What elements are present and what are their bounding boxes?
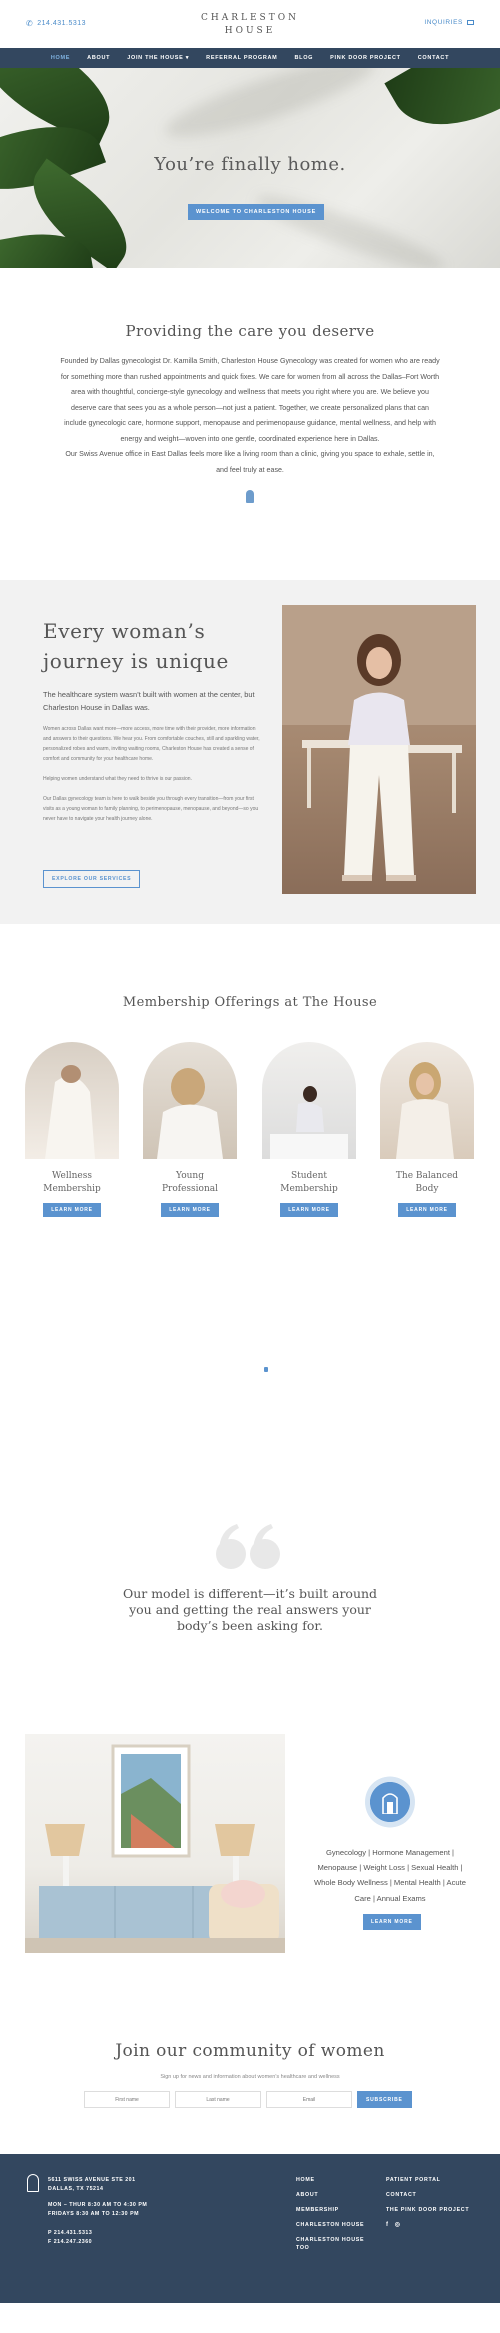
- facebook-icon[interactable]: f: [386, 2221, 389, 2229]
- footer-links-column-1: HOME ABOUT MEMBERSHIP CHARLESTON HOUSE C…: [296, 2176, 376, 2252]
- doctor-portrait-image: [282, 605, 476, 894]
- learn-more-button[interactable]: LEARN MORE: [280, 1203, 338, 1217]
- journey-title-line-1: Every woman’s: [43, 619, 206, 643]
- footer-address: 5611 SWISS AVENUE STE 201 DALLAS, TX 752…: [48, 2176, 136, 2193]
- footer-phone[interactable]: P 214.431.5313: [48, 2229, 92, 2238]
- plant-leaf-image: [384, 68, 500, 153]
- footer-link-about[interactable]: ABOUT: [296, 2191, 376, 2199]
- providing-paragraph-2: Our Swiss Avenue office in East Dallas f…: [65, 450, 435, 474]
- footer-hours: MON – THUR 8:30 AM TO 4:30 PM FRIDAYS 8:…: [48, 2201, 147, 2218]
- instagram-icon[interactable]: ◎: [395, 2221, 401, 2229]
- last-name-input[interactable]: [175, 2091, 261, 2108]
- providing-care-section: Providing the care you deserve Founded b…: [0, 268, 500, 580]
- nav-contact[interactable]: CONTACT: [418, 55, 449, 61]
- young-professional-image: [143, 1042, 237, 1159]
- nav-referral-program[interactable]: REFERRAL PROGRAM: [206, 55, 277, 61]
- hero-title: You’re finally home.: [154, 154, 346, 175]
- journey-body-2: Helping women understand what they need …: [43, 776, 192, 782]
- footer-link-contact[interactable]: CONTACT: [386, 2191, 469, 2199]
- newsletter-subtitle: Sign up for news and information about w…: [160, 2074, 340, 2080]
- membership-card-young-professional: Young Professional LEARN MORE: [143, 1042, 237, 1217]
- nav-join-the-house[interactable]: JOIN THE HOUSE ▾: [127, 55, 189, 61]
- footer-link-home[interactable]: HOME: [296, 2176, 376, 2184]
- site-footer: 5611 SWISS AVENUE STE 201 DALLAS, TX 752…: [0, 2154, 500, 2303]
- journey-title: Every woman’s journey is unique: [43, 616, 263, 676]
- services-list: Gynecology | Hormone Management | Menopa…: [314, 1848, 466, 1903]
- address-line-1: 5611 SWISS AVENUE STE 201: [48, 2177, 136, 2183]
- logo-line-2: HOUSE: [224, 26, 276, 36]
- mail-icon: [467, 20, 474, 25]
- footer-link-pink-door-project[interactable]: THE PINK DOOR PROJECT: [386, 2206, 469, 2214]
- membership-card-wellness: Wellness Membership LEARN MORE: [25, 1042, 119, 1217]
- footer-link-charleston-house[interactable]: CHARLESTON HOUSE: [296, 2221, 376, 2229]
- nav-pink-door-project[interactable]: PINK DOOR PROJECT: [330, 55, 401, 61]
- nav-home[interactable]: HOME: [51, 55, 70, 61]
- membership-section: Membership Offerings at The House Wellne…: [0, 924, 500, 1494]
- services-learn-more-button[interactable]: LEARN MORE: [363, 1914, 421, 1930]
- footer-logo-icon[interactable]: [27, 2174, 39, 2192]
- newsletter-form: SUBSCRIBE: [84, 2091, 412, 2108]
- interior-room-image: [25, 1734, 285, 1953]
- inquiries-label: INQUIRIES: [424, 19, 463, 26]
- top-bar: ✆ 214.431.5313 CHARLESTON HOUSE INQUIRIE…: [0, 0, 500, 48]
- nav-about[interactable]: ABOUT: [87, 55, 110, 61]
- footer-link-charleston-house-too[interactable]: CHARLESTON HOUSE TOO: [296, 2236, 376, 2252]
- membership-title: Membership Offerings at The House: [122, 995, 378, 1010]
- learn-more-button[interactable]: LEARN MORE: [398, 1203, 456, 1217]
- wellness-image: [25, 1042, 119, 1159]
- inquiries-link[interactable]: INQUIRIES: [424, 19, 474, 26]
- quote-marks-icon: [216, 1524, 280, 1569]
- hours-line-2: FRIDAYS 8:30 AM TO 12:30 PM: [48, 2210, 140, 2217]
- social-links: f ◎: [386, 2221, 469, 2229]
- first-name-input[interactable]: [84, 2091, 170, 2108]
- hero-section: You’re finally home. WELCOME TO CHARLEST…: [0, 68, 500, 268]
- main-nav: HOME ABOUT JOIN THE HOUSE ▾ REFERRAL PRO…: [0, 48, 500, 68]
- charleston-house-badge-icon: [365, 1776, 415, 1828]
- learn-more-button[interactable]: LEARN MORE: [43, 1203, 101, 1217]
- email-input[interactable]: [266, 2091, 352, 2108]
- journey-body-3: Our Dallas gynecology team is here to wa…: [43, 796, 259, 822]
- door-icon: [264, 1367, 268, 1372]
- footer-phones: P 214.431.5313 F 214.247.2360: [48, 2229, 92, 2246]
- footer-fax: F 214.247.2360: [48, 2238, 93, 2245]
- nav-blog[interactable]: BLOG: [294, 55, 313, 61]
- card-title: Wellness Membership: [43, 1171, 101, 1194]
- student-image: [262, 1042, 356, 1159]
- journey-section: Every woman’s journey is unique The heal…: [0, 580, 500, 924]
- providing-title: Providing the care you deserve: [125, 322, 375, 340]
- learn-more-button[interactable]: LEARN MORE: [161, 1203, 219, 1217]
- providing-paragraph-1: Founded by Dallas gynecologist Dr. Kamil…: [60, 357, 440, 443]
- leaf-shadow: [250, 184, 450, 268]
- hours-line-1: MON – THUR 8:30 AM TO 4:30 PM: [48, 2202, 148, 2208]
- subscribe-button[interactable]: SUBSCRIBE: [357, 2091, 412, 2108]
- balanced-body-image: [380, 1042, 474, 1159]
- journey-title-line-2: journey is unique: [43, 649, 229, 673]
- card-title: The Balanced Body: [395, 1171, 459, 1194]
- door-icon: [246, 490, 254, 503]
- journey-lead: The healthcare system wasn’t built with …: [43, 690, 255, 712]
- services-section: Gynecology | Hormone Management | Menopa…: [0, 1734, 500, 1994]
- explore-services-button[interactable]: EXPLORE OUR SERVICES: [43, 870, 141, 888]
- card-title: Student Membership: [280, 1171, 338, 1194]
- footer-link-membership[interactable]: MEMBERSHIP: [296, 2206, 376, 2214]
- journey-body-1: Women across Dallas want more—more acces…: [43, 726, 260, 762]
- newsletter-section: Join our community of women Sign up for …: [0, 1994, 500, 2154]
- footer-link-patient-portal[interactable]: PATIENT PORTAL: [386, 2176, 469, 2184]
- card-title: Young Professional: [161, 1171, 218, 1194]
- membership-card-student: Student Membership LEARN MORE: [262, 1042, 356, 1217]
- address-line-2: DALLAS, TX 75214: [48, 2185, 104, 2192]
- footer-links-column-2: PATIENT PORTAL CONTACT THE PINK DOOR PRO…: [386, 2176, 469, 2229]
- welcome-button[interactable]: WELCOME TO CHARLESTON HOUSE: [188, 204, 325, 220]
- newsletter-title: Join our community of women: [115, 2041, 385, 2061]
- membership-card-balanced-body: The Balanced Body LEARN MORE: [380, 1042, 474, 1217]
- quote-text: Our model is different—it’s built around…: [122, 1586, 378, 1633]
- quote-section: Our model is different—it’s built around…: [0, 1494, 500, 1734]
- leaf-shadow: [159, 68, 381, 152]
